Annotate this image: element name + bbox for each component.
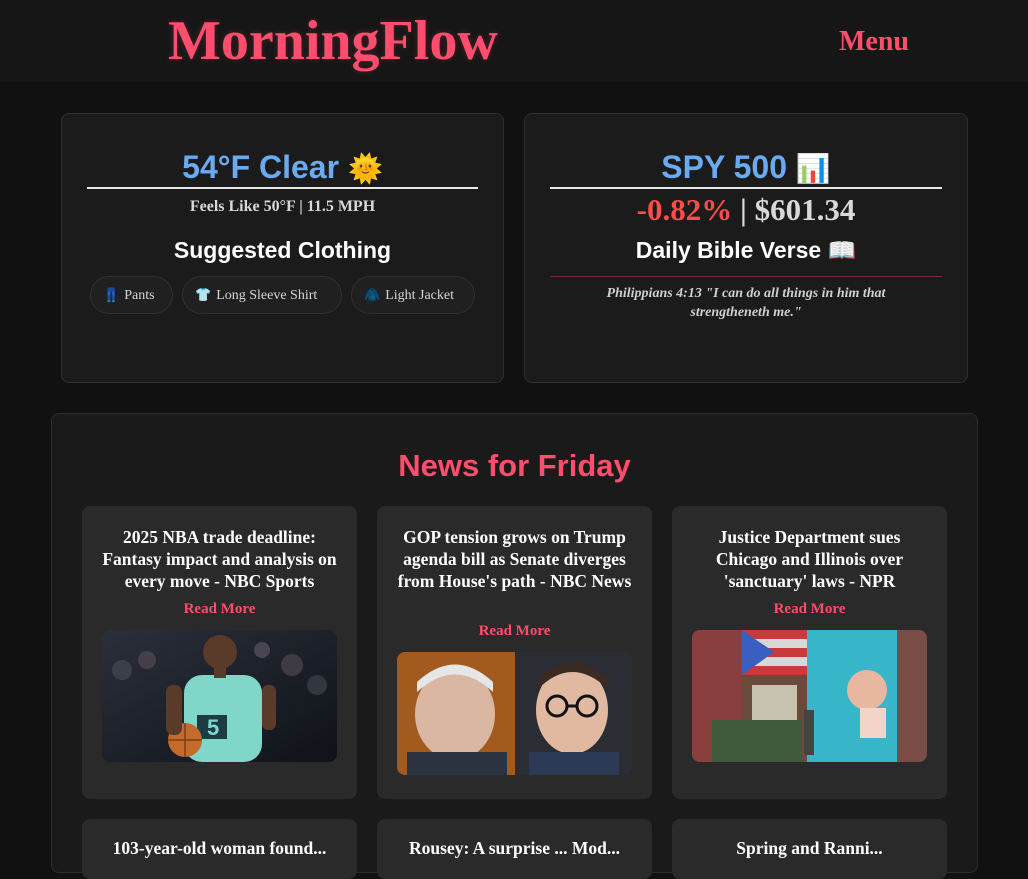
jacket-icon: 🧥: [364, 287, 381, 302]
read-more-link[interactable]: Read More: [672, 601, 947, 618]
news-thumbnail[interactable]: [397, 652, 632, 775]
read-more-link[interactable]: Read More: [82, 601, 357, 618]
divider: [550, 276, 942, 277]
news-thumbnail[interactable]: 5: [102, 630, 337, 762]
weather-temp-condition: 54°F Clear: [182, 149, 340, 185]
read-more-link[interactable]: Read More: [377, 623, 652, 640]
clothing-chip-pants: 👖 Pants: [90, 276, 173, 314]
clothing-heading: Suggested Clothing: [173, 237, 392, 263]
menu-button[interactable]: Menu: [839, 25, 909, 59]
verse-text: Philippians 4:13 "I can do all things in…: [606, 286, 886, 320]
news-title[interactable]: Justice Department sues Chicago and Illi…: [688, 526, 931, 592]
mural-photo: [692, 630, 927, 762]
spy-price: $601.34: [754, 192, 856, 227]
market-card: SPY 500 📊 -0.82% | $601.34 Daily Bible V…: [524, 113, 968, 383]
book-icon: 📖: [827, 237, 857, 263]
news-heading: News for Friday: [398, 448, 631, 483]
site-logo[interactable]: MorningFlow: [168, 8, 498, 74]
top-header: MorningFlow Menu: [0, 0, 1028, 82]
news-card[interactable]: Rousey: A surprise ... Mod...: [377, 819, 652, 879]
news-card[interactable]: Spring and Ranni...: [672, 819, 947, 879]
clothing-chip-jacket: 🧥 Light Jacket: [351, 276, 475, 314]
clothing-chip-label: Pants: [124, 288, 155, 303]
svg-text:5: 5: [207, 715, 219, 740]
weather-headline: 54°F Clear 🌞: [62, 147, 503, 189]
spy-quote: -0.82% | $601.34: [525, 192, 967, 228]
news-card[interactable]: 103-year-old woman found...: [82, 819, 357, 879]
clothing-chip-label: Light Jacket: [385, 288, 454, 303]
quote-separator: |: [740, 192, 747, 227]
news-card[interactable]: 2025 NBA trade deadline: Fantasy impact …: [82, 506, 357, 799]
basketball-photo: 5: [102, 630, 337, 762]
news-title[interactable]: GOP tension grows on Trump agenda bill a…: [393, 526, 636, 592]
politicians-photo: [397, 652, 632, 775]
jeans-icon: 👖: [103, 287, 120, 302]
verse-heading: Daily Bible Verse 📖: [525, 237, 967, 264]
news-section: News for Friday 2025 NBA trade deadline:…: [51, 413, 978, 879]
clothing-chip-shirt: 👕 Long Sleeve Shirt: [182, 276, 342, 314]
spy-label: SPY 500: [661, 149, 787, 185]
weather-details: Feels Like 50°F | 11.5 MPH: [189, 198, 376, 215]
bar-chart-icon: 📊: [795, 153, 831, 184]
news-title[interactable]: 103-year-old woman found...: [98, 837, 341, 859]
news-card[interactable]: GOP tension grows on Trump agenda bill a…: [377, 506, 652, 799]
weather-card: 54°F Clear 🌞 Feels Like 50°F | 11.5 MPH …: [61, 113, 504, 383]
spy-headline: SPY 500 📊: [525, 147, 967, 189]
divider: [550, 187, 942, 189]
news-title[interactable]: Rousey: A surprise ... Mod...: [393, 837, 636, 859]
verse-heading-label: Daily Bible Verse: [635, 237, 822, 263]
clothing-chip-label: Long Sleeve Shirt: [216, 288, 318, 303]
news-title[interactable]: 2025 NBA trade deadline: Fantasy impact …: [98, 526, 341, 592]
sun-icon: 🌞: [347, 153, 383, 184]
divider: [87, 187, 478, 189]
spy-change: -0.82%: [636, 192, 733, 227]
news-title[interactable]: Spring and Ranni...: [688, 837, 931, 859]
shirt-icon: 👕: [195, 287, 212, 302]
news-card[interactable]: Justice Department sues Chicago and Illi…: [672, 506, 947, 799]
news-thumbnail[interactable]: [692, 630, 927, 762]
